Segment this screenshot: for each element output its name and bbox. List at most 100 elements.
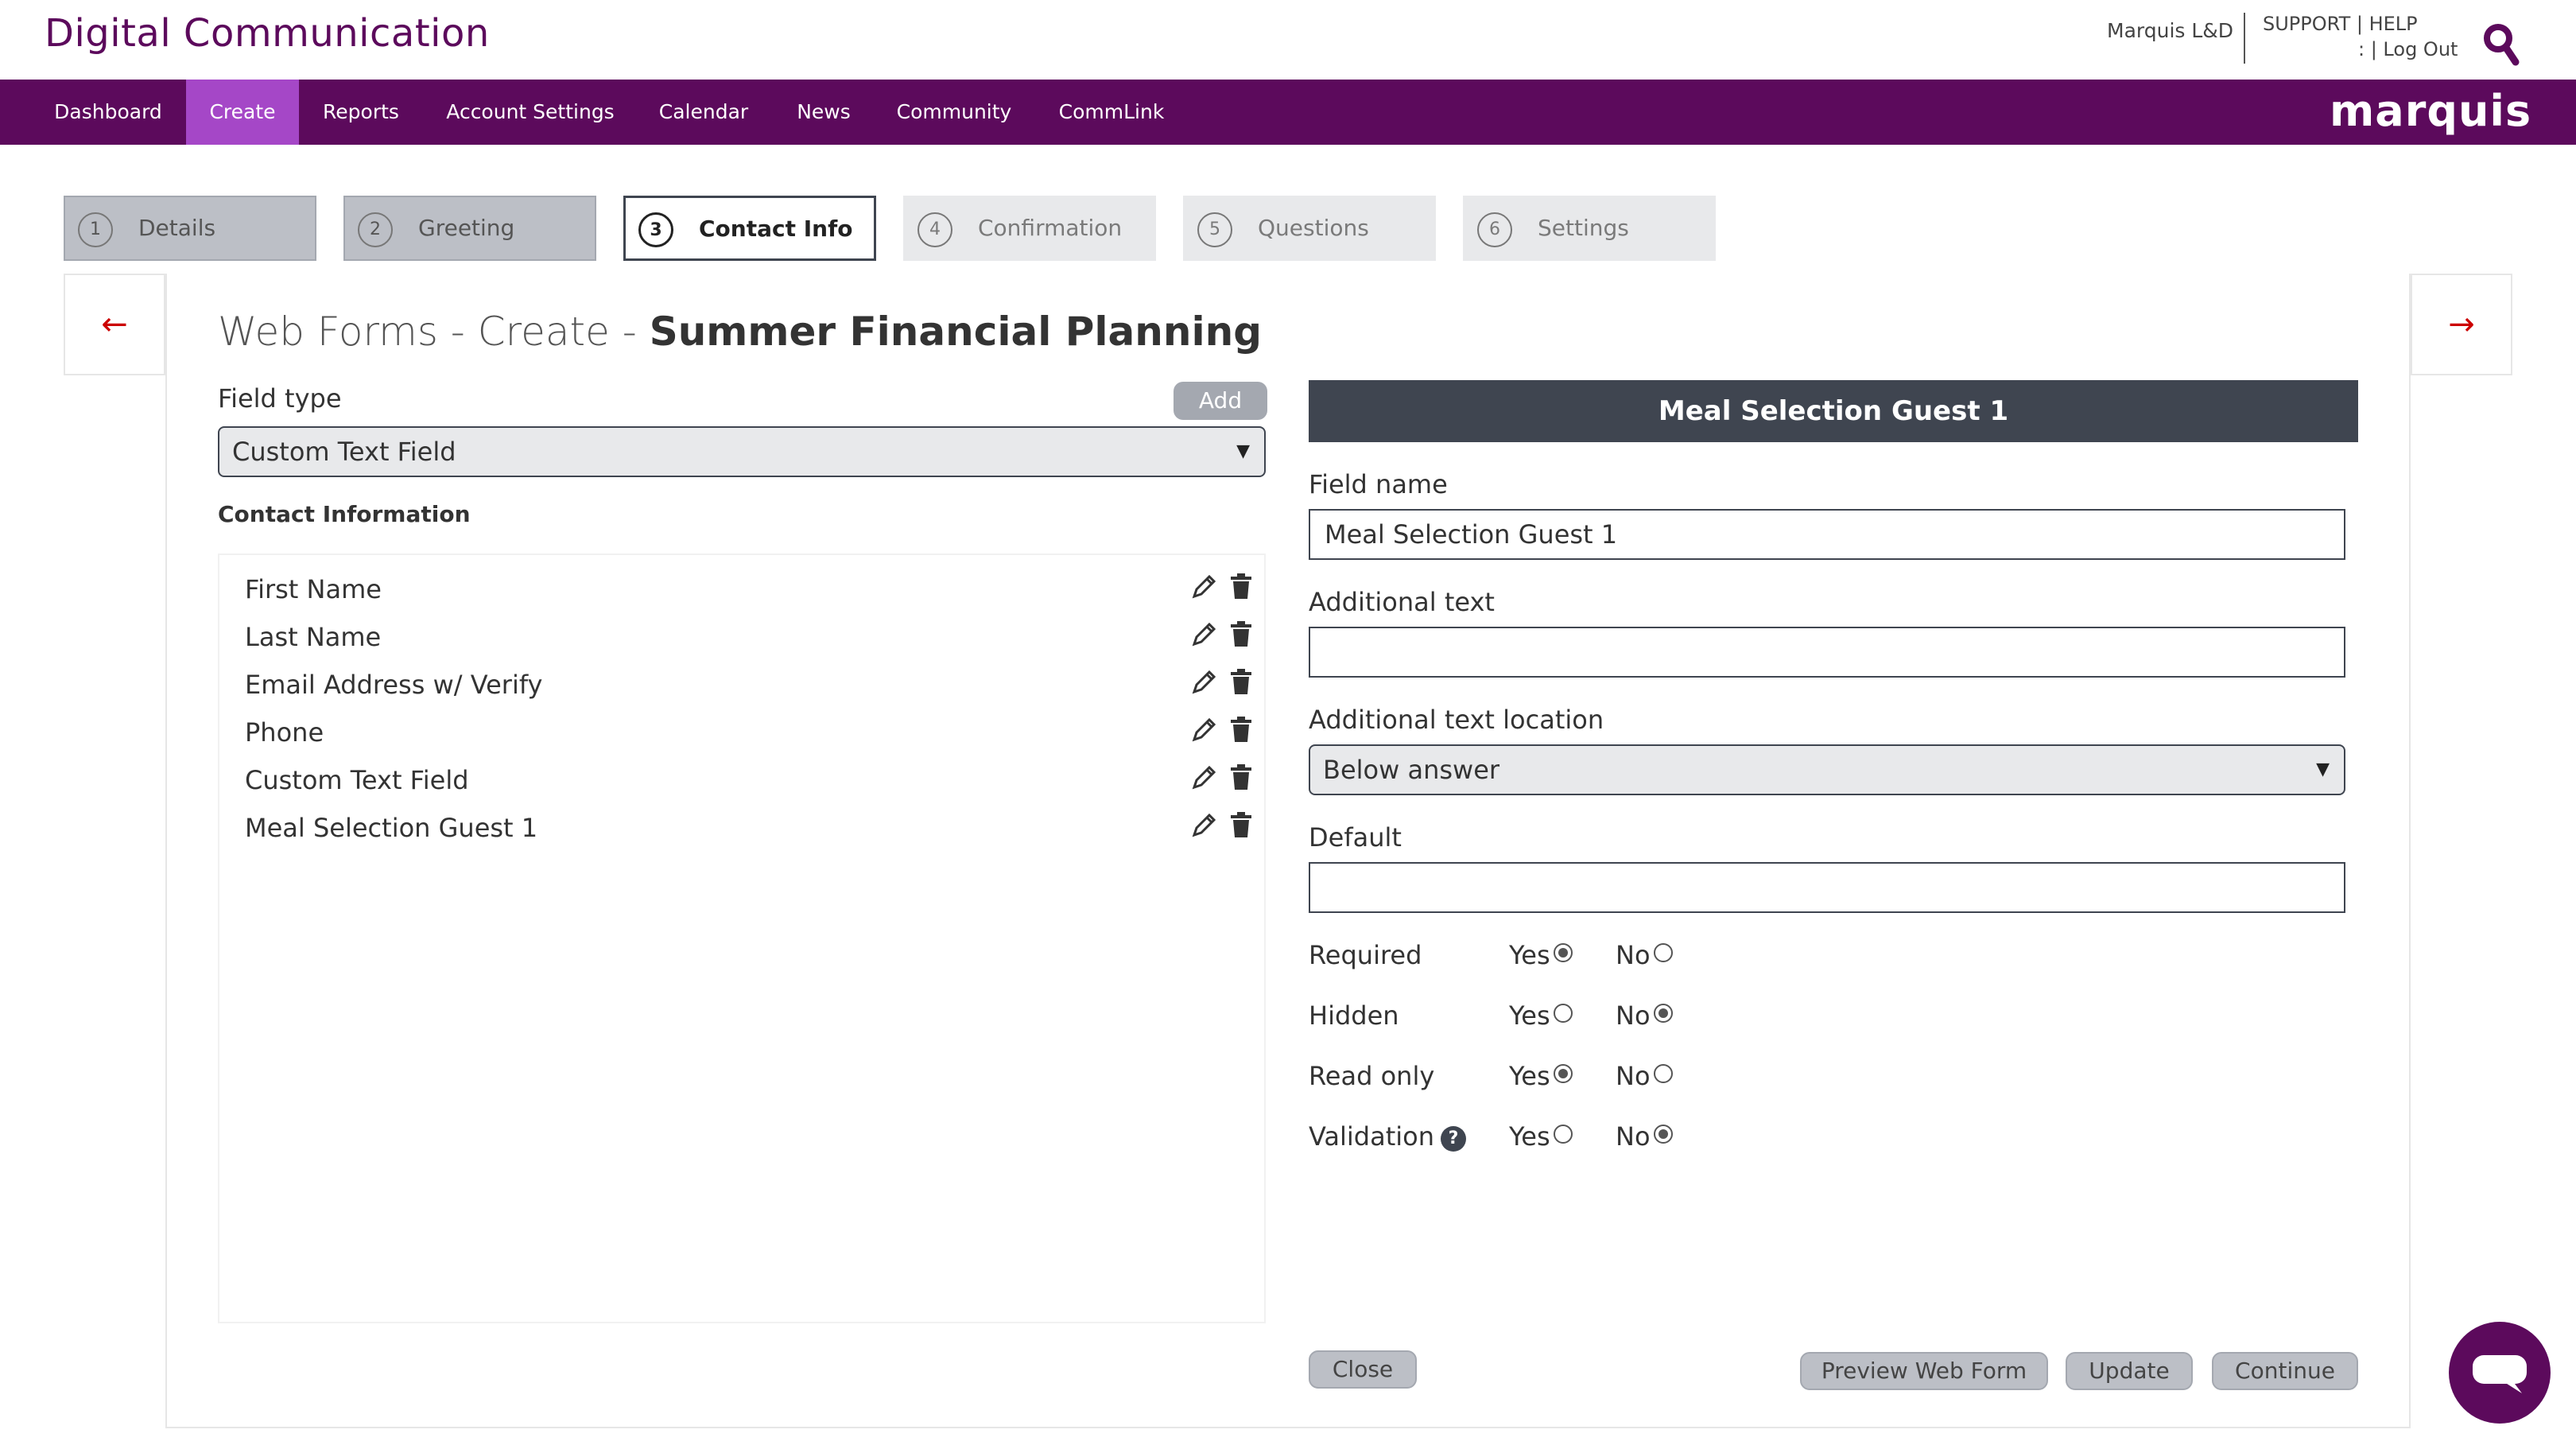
step-questions[interactable]: 5 Questions [1183,196,1436,261]
next-step-button[interactable]: → [2411,274,2512,375]
chat-bubble-icon [2473,1355,2527,1393]
arrow-left-icon: ← [101,306,128,343]
radio-selected[interactable] [1553,1064,1573,1083]
radio-unselected[interactable] [1553,1004,1573,1023]
field-detail-header: Meal Selection Guest 1 [1309,380,2358,442]
step-number: 6 [1477,212,1512,247]
pencil-icon[interactable] [1191,620,1218,647]
trash-icon[interactable] [1228,811,1255,838]
hidden-no[interactable]: No [1616,1000,1673,1031]
default-input[interactable] [1309,862,2345,913]
nav-news[interactable]: News [776,80,871,145]
step-details[interactable]: 1 Details [64,196,316,261]
step-label: Greeting [418,215,515,241]
logout-link[interactable]: : | Log Out [2358,38,2458,60]
pencil-icon[interactable] [1191,716,1218,743]
nav-reports[interactable]: Reports [307,80,415,145]
trash-icon[interactable] [1228,573,1255,600]
radio-selected[interactable] [1553,943,1573,962]
list-item[interactable]: Email Address w/ Verify [245,660,1251,706]
top-header: Digital Communication Marquis L&D SUPPOR… [0,0,2576,80]
required-yes[interactable]: Yes [1509,940,1573,970]
continue-button[interactable]: Continue [2212,1352,2358,1390]
validation-no[interactable]: No [1616,1121,1673,1152]
additional-text-location-value: Below answer [1323,755,1500,785]
validation-text: Validation [1309,1121,1435,1152]
yes-label: Yes [1509,1121,1550,1152]
additional-text-location-label: Additional text location [1309,705,1604,735]
search-icon[interactable] [2482,21,2520,68]
add-field-button[interactable]: Add [1174,382,1267,420]
account-name[interactable]: Marquis L&D [2107,19,2233,42]
nav-calendar[interactable]: Calendar [644,80,763,145]
update-button[interactable]: Update [2066,1352,2193,1390]
trash-icon[interactable] [1228,668,1255,695]
field-name: Custom Text Field [245,765,469,795]
field-name-label: Field name [1309,469,1448,499]
trash-icon[interactable] [1228,620,1255,647]
field-name-input[interactable]: Meal Selection Guest 1 [1309,509,2345,560]
step-settings[interactable]: 6 Settings [1463,196,1716,261]
list-item[interactable]: Meal Selection Guest 1 [245,803,1251,849]
radio-unselected[interactable] [1553,1125,1573,1144]
nav-commlink[interactable]: CommLink [1037,80,1186,145]
nav-community[interactable]: Community [884,80,1024,145]
step-label: Details [138,215,216,241]
field-name: Phone [245,717,324,748]
radio-unselected[interactable] [1653,1064,1673,1083]
hidden-label: Hidden [1309,1000,1399,1031]
header-divider [2244,13,2245,64]
list-item[interactable]: First Name [245,565,1251,611]
radio-selected[interactable] [1653,1125,1673,1144]
step-label: Contact Info [699,216,853,242]
step-greeting[interactable]: 2 Greeting [343,196,596,261]
pencil-icon[interactable] [1191,811,1218,838]
field-name: Last Name [245,622,382,652]
hidden-yes[interactable]: Yes [1509,1000,1573,1031]
pencil-icon[interactable] [1191,573,1218,600]
field-type-value: Custom Text Field [232,437,456,467]
pencil-icon[interactable] [1191,763,1218,791]
radio-unselected[interactable] [1653,943,1673,962]
additional-text-location-select[interactable]: Below answer ▼ [1309,744,2345,795]
no-label: No [1616,1000,1651,1031]
read-only-no[interactable]: No [1616,1061,1673,1091]
required-no[interactable]: No [1616,940,1673,970]
radio-selected[interactable] [1653,1004,1673,1023]
read-only-yes[interactable]: Yes [1509,1061,1573,1091]
field-type-label: Field type [218,383,342,414]
caret-down-icon: ▼ [2316,759,2330,779]
default-label: Default [1309,822,1402,853]
nav-dashboard[interactable]: Dashboard [32,80,184,145]
read-only-label: Read only [1309,1061,1435,1091]
step-contact-info[interactable]: 3 Contact Info [623,196,876,261]
prev-step-button[interactable]: ← [64,274,165,375]
nav-create[interactable]: Create [186,80,299,145]
validation-yes[interactable]: Yes [1509,1121,1573,1152]
support-help-links[interactable]: SUPPORT | HELP [2263,13,2418,35]
trash-icon[interactable] [1228,716,1255,743]
field-type-select[interactable]: Custom Text Field ▼ [218,426,1266,477]
validation-option: Validation? Yes No [1309,1121,1865,1161]
additional-text-input[interactable] [1309,627,2345,678]
caret-down-icon: ▼ [1236,441,1250,461]
step-number: 1 [78,212,113,247]
yes-label: Yes [1509,1000,1550,1031]
list-item[interactable]: Custom Text Field [245,756,1251,802]
list-item[interactable]: Last Name [245,612,1251,658]
nav-account-settings[interactable]: Account Settings [429,80,631,145]
list-item[interactable]: Phone [245,708,1251,754]
step-label: Settings [1538,215,1629,241]
step-number: 2 [358,212,393,247]
step-number: 3 [638,212,673,247]
chat-button[interactable] [2449,1322,2551,1424]
trash-icon[interactable] [1228,763,1255,791]
step-label: Confirmation [978,215,1123,241]
step-confirmation[interactable]: 4 Confirmation [903,196,1156,261]
help-icon[interactable]: ? [1441,1126,1467,1152]
marquis-logo[interactable]: marquis [2330,86,2531,136]
close-button[interactable]: Close [1309,1350,1417,1389]
preview-web-form-button[interactable]: Preview Web Form [1800,1352,2048,1390]
pencil-icon[interactable] [1191,668,1218,695]
main-nav: Dashboard Create Reports Account Setting… [0,80,2576,145]
